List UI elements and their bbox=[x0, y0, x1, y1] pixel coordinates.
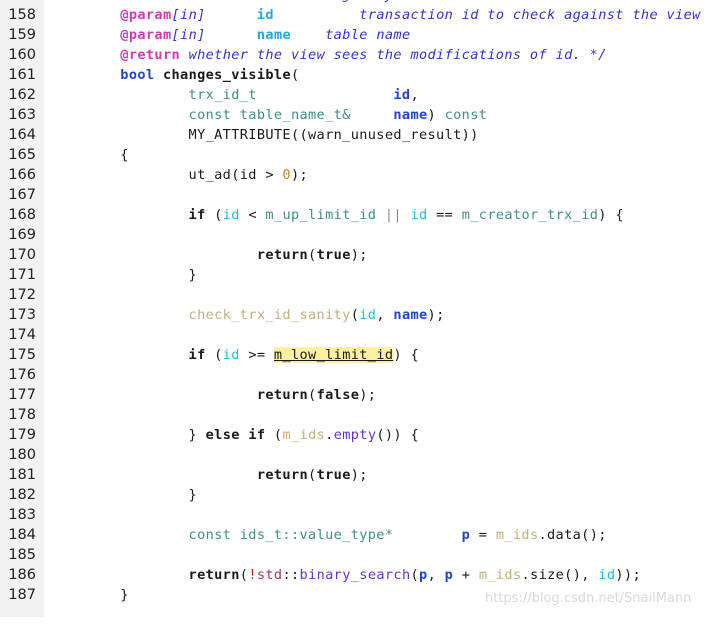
line-content[interactable]: ut_ad(id > 0); bbox=[44, 165, 720, 185]
code-line[interactable]: 176 bbox=[0, 365, 720, 385]
line-number: 171 bbox=[8, 267, 36, 283]
line-number: 184 bbox=[8, 527, 36, 543]
code-line[interactable]: 160 @return whether the view sees the mo… bbox=[0, 45, 720, 65]
line-content[interactable]: { bbox=[44, 145, 720, 165]
line-content[interactable]: if (id < m_up_limit_id || id == m_creato… bbox=[44, 205, 720, 225]
code-line[interactable]: 185 bbox=[0, 545, 720, 565]
line-content[interactable]: return(true); bbox=[44, 245, 720, 265]
line-number: 176 bbox=[8, 367, 36, 383]
code-line[interactable]: 175 if (id >= m_low_limit_id) { bbox=[0, 345, 720, 365]
line-content[interactable]: MY_ATTRIBUTE((warn_unused_result)) bbox=[44, 125, 720, 145]
line-number: 170 bbox=[8, 247, 36, 263]
line-number: 163 bbox=[8, 107, 36, 123]
line-number: 159 bbox=[8, 27, 36, 43]
code-line[interactable]: 166 ut_ad(id > 0); bbox=[0, 165, 720, 185]
line-number: 167 bbox=[8, 187, 36, 203]
line-number: 180 bbox=[8, 447, 36, 463]
line-number: 185 bbox=[8, 547, 36, 563]
code-line[interactable]: 173 check_trx_id_sanity(id, name); bbox=[0, 305, 720, 325]
code-line[interactable]: 181 return(true); bbox=[0, 465, 720, 485]
line-number: 174 bbox=[8, 327, 36, 343]
code-line[interactable]: 159 @param[in] name table name bbox=[0, 25, 720, 45]
line-number: 166 bbox=[8, 167, 36, 183]
line-number: 182 bbox=[8, 487, 36, 503]
line-number: 169 bbox=[8, 227, 36, 243]
line-number: 183 bbox=[8, 507, 36, 523]
line-content[interactable]: return(false); bbox=[44, 385, 720, 405]
line-content[interactable]: } bbox=[44, 485, 720, 505]
line-number: 160 bbox=[8, 47, 36, 63]
line-content[interactable]: return(true); bbox=[44, 465, 720, 485]
line-content[interactable]: } bbox=[44, 265, 720, 285]
code-line[interactable]: 182 } bbox=[0, 485, 720, 505]
code-line[interactable]: 186 return(!std::binary_search(p, p + m_… bbox=[0, 565, 720, 585]
line-content[interactable]: trx_id_t id, bbox=[44, 85, 720, 105]
line-number: 179 bbox=[8, 427, 36, 443]
code-line[interactable]: 167 bbox=[0, 185, 720, 205]
line-number: 162 bbox=[8, 87, 36, 103]
line-content[interactable]: check_trx_id_sanity(id, name); bbox=[44, 305, 720, 325]
line-content[interactable]: @param[in] name table name bbox=[44, 25, 720, 45]
line-number: 181 bbox=[8, 467, 36, 483]
code-line[interactable]: 169 bbox=[0, 225, 720, 245]
line-content[interactable]: if (id >= m_low_limit_id) { bbox=[44, 345, 720, 365]
code-line[interactable]: 171 } bbox=[0, 265, 720, 285]
code-line[interactable]: 165 { bbox=[0, 145, 720, 165]
code-line[interactable]: 170 return(true); bbox=[0, 245, 720, 265]
line-number: 165 bbox=[8, 147, 36, 163]
code-line[interactable]: 163 const table_name_t& name) const bbox=[0, 105, 720, 125]
line-number: 177 bbox=[8, 387, 36, 403]
code-line[interactable]: 162 trx_id_t id, bbox=[0, 85, 720, 105]
line-content[interactable]: const ids_t::value_type* p = m_ids.data(… bbox=[44, 525, 720, 545]
watermark: https://blog.csdn.net/SnailMann bbox=[485, 591, 692, 606]
code-line[interactable]: 183 bbox=[0, 505, 720, 525]
line-content[interactable]: bool changes_visible( bbox=[44, 65, 720, 85]
code-line[interactable]: 174 bbox=[0, 325, 720, 345]
line-content[interactable]: return(!std::binary_search(p, p + m_ids.… bbox=[44, 565, 720, 585]
code-line[interactable]: 161 bool changes_visible( bbox=[0, 65, 720, 85]
line-number: 173 bbox=[8, 307, 36, 323]
code-line[interactable]: 172 bbox=[0, 285, 720, 305]
line-content[interactable]: @param[in] id transaction id to check ag… bbox=[44, 5, 720, 25]
code-line[interactable]: 179 } else if (m_ids.empty()) { bbox=[0, 425, 720, 445]
line-content[interactable]: @return whether the view sees the modifi… bbox=[44, 45, 720, 65]
line-number: 186 bbox=[8, 567, 36, 583]
search-highlight[interactable]: m_low_limit_id bbox=[273, 347, 394, 363]
line-content[interactable]: const table_name_t& name) const bbox=[44, 105, 720, 125]
line-number: 158 bbox=[8, 7, 36, 23]
code-viewer[interactable]: 157 /** Check whether the changes by id … bbox=[0, 0, 720, 617]
line-number: 172 bbox=[8, 287, 36, 303]
code-line[interactable]: 177 return(false); bbox=[0, 385, 720, 405]
line-number: 175 bbox=[8, 347, 36, 363]
code-line-list: 157 /** Check whether the changes by id … bbox=[0, 0, 720, 605]
code-line[interactable]: 164 MY_ATTRIBUTE((warn_unused_result)) bbox=[0, 125, 720, 145]
code-line[interactable]: 178 bbox=[0, 405, 720, 425]
line-number: 161 bbox=[8, 67, 36, 83]
code-line[interactable]: 180 bbox=[0, 445, 720, 465]
line-number: 168 bbox=[8, 207, 36, 223]
code-line[interactable]: 184 const ids_t::value_type* p = m_ids.d… bbox=[0, 525, 720, 545]
line-content[interactable]: } else if (m_ids.empty()) { bbox=[44, 425, 720, 445]
line-number: 187 bbox=[8, 587, 36, 603]
code-line[interactable]: 158 @param[in] id transaction id to chec… bbox=[0, 5, 720, 25]
line-number: 178 bbox=[8, 407, 36, 423]
line-number: 164 bbox=[8, 127, 36, 143]
code-line[interactable]: 168 if (id < m_up_limit_id || id == m_cr… bbox=[0, 205, 720, 225]
